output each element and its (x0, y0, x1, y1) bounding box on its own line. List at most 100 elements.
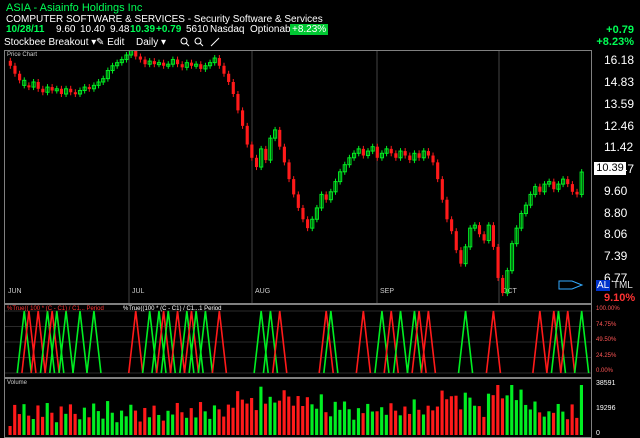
volume-bar (533, 401, 537, 435)
volume-bar (435, 406, 439, 435)
candle-body (324, 194, 328, 200)
layout-dropdown[interactable]: Stockbee Breakout ▾ (4, 37, 96, 48)
candle-body (459, 250, 463, 264)
volume-bar (96, 411, 100, 435)
price-chart-pane[interactable]: Price Chart JUN JUL AUG SEP OCT (4, 50, 592, 304)
candle-body (431, 155, 435, 163)
candle-body (41, 88, 45, 93)
indicator-level-label: 74.75% (596, 321, 617, 328)
volume-bar (217, 409, 221, 435)
candle-body (236, 94, 240, 111)
volume-bar (524, 404, 528, 435)
volume-bar (505, 395, 509, 435)
volume-bar (82, 407, 86, 435)
candle-body (287, 162, 291, 180)
candle-body (575, 191, 579, 195)
volume-bar (161, 420, 165, 435)
y-tick-label: 12.46 (604, 118, 635, 133)
y-tick-label: 8.80 (604, 205, 628, 220)
candle-body (491, 225, 495, 247)
volume-bar (147, 417, 151, 435)
candle-body (426, 151, 430, 156)
volume-bar (106, 401, 110, 435)
volume-bar (347, 409, 351, 435)
zoom-in-button[interactable] (180, 37, 190, 50)
candle-body (408, 155, 412, 161)
volume-bar (384, 414, 388, 435)
edit-button[interactable]: ✎ Edit (96, 37, 124, 48)
volume-bar (236, 391, 240, 435)
volume-level-label: 38591 (596, 380, 616, 387)
candle-body (570, 184, 574, 192)
candle-body (162, 62, 166, 66)
candle-body (180, 64, 184, 68)
volume-bar (129, 404, 133, 435)
indicator-level-label: 24.25% (596, 352, 617, 359)
candle-body (417, 153, 421, 158)
volume-bar (329, 416, 333, 435)
period-dropdown[interactable]: Daily ▾ (136, 37, 166, 48)
indicator-pane[interactable]: %True(( 100 * (C - C1) / C1... Period %T… (4, 304, 592, 378)
y-tick-label: 11.42 (604, 140, 634, 155)
volume-bar (338, 409, 342, 435)
volume-pane[interactable]: Volume (4, 378, 592, 438)
candle-body (440, 179, 444, 200)
volume-bar (542, 416, 546, 435)
change-summary: +0.79 +8.23% (596, 24, 634, 48)
quote-volume: 5610 (186, 24, 209, 35)
al-tml-label[interactable]: AL TML (596, 280, 633, 291)
volume-bar (486, 393, 491, 435)
indicator-label-red: %True(( 100 * (C - C1) / C1... Period (7, 306, 104, 312)
volume-bar (380, 407, 384, 435)
volume-bar (496, 385, 500, 435)
volume-bar (185, 417, 189, 435)
volume-bar (198, 402, 203, 435)
volume-bar (36, 405, 40, 435)
volume-bar (463, 392, 467, 435)
candle-body (138, 56, 142, 60)
volume-bar (17, 414, 21, 435)
volume-bar (291, 405, 295, 435)
y-tick-label: 13.59 (604, 96, 635, 111)
candle-body (59, 88, 63, 95)
zoom-out-button[interactable] (194, 37, 204, 50)
candle-body (8, 60, 12, 66)
indicator-level-label: 0.00% (596, 368, 614, 374)
quote-exchange: Nasdaq (210, 24, 245, 35)
month-label: OCT (502, 288, 518, 295)
y-tick-label: 7.39 (604, 249, 628, 264)
volume-level-label: 0 (596, 430, 600, 437)
quote-open: 9.60 (56, 24, 76, 35)
volume-bar (13, 404, 17, 435)
volume-bar (477, 406, 481, 435)
volume-bar (287, 396, 291, 435)
indicator-svg (5, 310, 591, 374)
volume-bar (514, 400, 518, 435)
indicator-label-green: %True((100 * (C - C1) / C1...1 Period (123, 306, 222, 312)
quote-close: 10.39 (130, 24, 156, 35)
volume-bar (482, 416, 486, 435)
chart-toolbar: Stockbee Breakout ▾ ✎ Edit Daily ▾ (0, 36, 640, 50)
candle-body (292, 179, 296, 195)
indicator-level-label: 49.50% (596, 337, 617, 343)
candle-body (231, 81, 235, 95)
candle-body (552, 181, 556, 190)
quote-low: 9.48 (110, 24, 130, 35)
volume-bar (319, 394, 323, 435)
candle-body (496, 246, 500, 278)
volume-bar (101, 418, 105, 435)
volume-bar (64, 413, 68, 435)
volume-bar (231, 407, 235, 435)
indicator-level-label: 100.00% (596, 306, 620, 312)
candle-body (189, 62, 194, 66)
volume-bar (579, 385, 583, 435)
draw-button[interactable] (210, 37, 220, 50)
volume-bar (22, 404, 26, 435)
volume-bar (370, 411, 374, 435)
volume-bar (575, 417, 579, 435)
volume-bar (133, 410, 138, 435)
candle-body (278, 129, 282, 147)
volume-bar (473, 405, 477, 435)
candle-body (445, 199, 449, 220)
volume-svg (8, 385, 583, 435)
